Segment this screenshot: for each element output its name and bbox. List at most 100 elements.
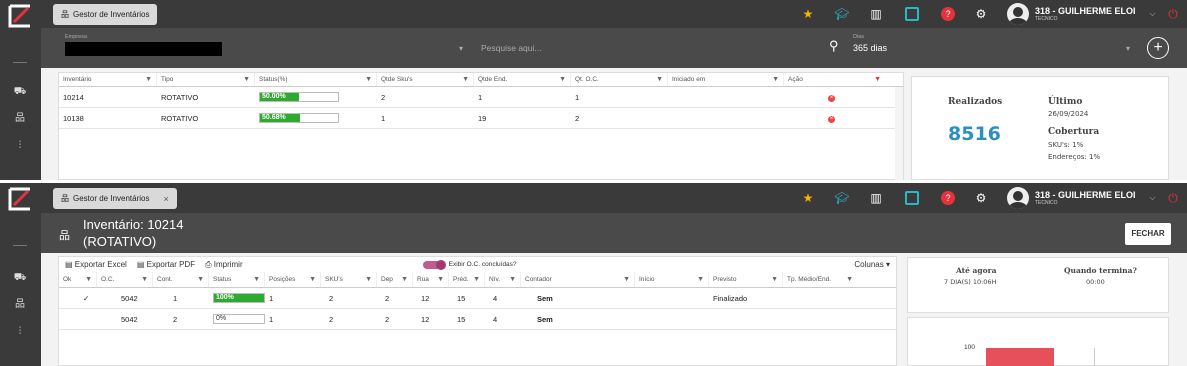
sitemap-icon[interactable]: 品 <box>12 113 28 125</box>
cell-dep: 2 <box>385 314 390 324</box>
truck-icon[interactable]: ⛟ <box>12 86 28 98</box>
quando-termina-label: Quando termina? <box>1064 266 1137 275</box>
filter-icon[interactable]: ▼ <box>365 276 372 283</box>
scrollbar[interactable] <box>895 87 903 180</box>
app-logo[interactable] <box>6 187 34 211</box>
col-ok[interactable]: Ok ▼ <box>59 272 97 287</box>
tab-gestor-inventarios[interactable]: 品 Gestor de Inventários × <box>53 188 177 209</box>
col-status[interactable]: Status ▼ <box>209 272 265 287</box>
col-tp-medio[interactable]: Tp. Médio/End. ▼ <box>783 272 857 287</box>
filter-icon[interactable]: ▼ <box>85 276 92 283</box>
cell-skus: 2 <box>329 293 334 303</box>
col-acao[interactable]: Ação ▼ <box>784 73 885 86</box>
chevron-down-icon[interactable]: ▾ <box>1126 44 1130 53</box>
tab-gestor-inventarios[interactable]: 品 Gestor de Inventários <box>53 4 158 25</box>
user-menu[interactable]: 318 - GUILHERME ELOI TECNICO ⌵ <box>1007 187 1156 209</box>
fechar-button[interactable]: FECHAR <box>1125 223 1171 245</box>
sidebar-divider <box>13 62 27 63</box>
col-label: Cont. <box>157 276 173 283</box>
col-previsto[interactable]: Previsto ▼ <box>709 272 783 287</box>
sitemap-icon[interactable]: 品 <box>12 299 28 311</box>
search-input[interactable]: Pesquise aqui... <box>481 43 541 53</box>
gear-icon[interactable]: ⚙ <box>973 190 989 206</box>
help-icon[interactable]: ? <box>940 190 956 206</box>
help-icon[interactable]: ? <box>940 6 956 22</box>
map-icon[interactable]: ▥ <box>868 6 884 22</box>
delete-icon[interactable]: × <box>828 116 835 123</box>
table-row[interactable]: 5042 2 0% 1 2 2 12 15 4 Sem <box>59 309 896 330</box>
col-inventario[interactable]: Inventário ▼ <box>59 73 157 86</box>
filter-icon[interactable]: ▼ <box>846 276 853 283</box>
col-posicoes[interactable]: Posições ▼ <box>265 272 321 287</box>
graduation-cap-icon[interactable]: 🎓︎ <box>834 190 850 206</box>
col-inicio[interactable]: Início ▼ <box>635 272 709 287</box>
filter-icon[interactable]: ▼ <box>365 76 372 83</box>
map-icon[interactable]: ▥ <box>868 190 884 206</box>
ladder-icon[interactable]: ⫶ <box>12 326 28 338</box>
logout-icon[interactable]: ⏻ <box>1165 190 1181 206</box>
filter-icon[interactable]: ▼ <box>197 276 204 283</box>
col-contador[interactable]: Contador ▼ <box>521 272 635 287</box>
star-icon[interactable]: ★ <box>800 6 816 22</box>
search-icon[interactable]: ⚲ <box>829 38 839 54</box>
col-oc[interactable]: O.C. ▼ <box>97 272 153 287</box>
chart-icon[interactable] <box>904 190 920 206</box>
table-row[interactable]: 10214 ROTATIVO 50.00% 2 1 1 × <box>59 87 903 108</box>
toggle-oc-concluidas[interactable]: Exibir O.C. concluídas? <box>422 259 517 270</box>
truck-icon[interactable]: ⛟ <box>12 272 28 284</box>
filter-icon[interactable]: ▼ <box>656 76 663 83</box>
filter-icon[interactable]: ▼ <box>462 76 469 83</box>
filter-icon[interactable]: ▼ <box>243 76 250 83</box>
filter-icon[interactable]: ▼ <box>253 276 260 283</box>
filter-icon[interactable]: ▼ <box>771 276 778 283</box>
col-skus[interactable]: Qtde Sku's ▼ <box>377 73 474 86</box>
col-tipo[interactable]: Tipo ▼ <box>157 73 255 86</box>
export-excel-button[interactable]: ▤ Exportar Excel <box>65 260 127 269</box>
star-icon[interactable]: ★ <box>800 190 816 206</box>
filter-icon[interactable]: ▼ <box>401 276 408 283</box>
user-menu[interactable]: 318 - GUILHERME ELOI TECNICO ⌵ <box>1007 3 1156 25</box>
gear-icon[interactable]: ⚙ <box>973 6 989 22</box>
colunas-dropdown[interactable]: Colunas ▾ <box>854 260 890 269</box>
col-oc[interactable]: Qt. O.C. ▼ <box>571 73 668 86</box>
close-icon[interactable]: × <box>163 194 168 204</box>
filter-icon[interactable]: ▼ <box>772 76 779 83</box>
chart-icon[interactable] <box>904 6 920 22</box>
ladder-icon[interactable]: ⫶ <box>12 140 28 152</box>
app-logo[interactable] <box>6 4 34 28</box>
col-dep[interactable]: Dep ▼ <box>377 272 413 287</box>
filter-icon[interactable]: ▼ <box>559 76 566 83</box>
time-card: Até agora 7 DIA(S) 10:06H Quando termina… <box>907 257 1169 313</box>
filter-icon[interactable]: ▼ <box>509 276 516 283</box>
export-pdf-button[interactable]: ▤ Exportar PDF <box>137 260 195 269</box>
filter-icon[interactable]: ▼ <box>309 276 316 283</box>
filter-icon[interactable]: ▼ <box>473 276 480 283</box>
table-row[interactable]: ✓ 5042 1 100% 1 2 2 12 15 4 Sem Finaliza… <box>59 288 896 309</box>
table-row[interactable]: 10138 ROTATIVO 50.68% 1 19 2 × <box>59 108 903 129</box>
col-niv[interactable]: Nív. ▼ <box>485 272 521 287</box>
empresa-select-redacted[interactable] <box>65 42 222 56</box>
dias-select[interactable]: 365 dias <box>853 43 887 53</box>
logout-icon[interactable]: ⏻ <box>1165 6 1181 22</box>
delete-icon[interactable]: × <box>828 95 835 102</box>
filter-icon[interactable]: ▼ <box>874 76 881 83</box>
col-skus[interactable]: SKU's ▼ <box>321 272 377 287</box>
filter-icon[interactable]: ▼ <box>697 276 704 283</box>
col-end[interactable]: Qtde End. ▼ <box>474 73 571 86</box>
cell-tipo: ROTATIVO <box>161 113 199 123</box>
filter-icon[interactable]: ▼ <box>145 76 152 83</box>
graduation-cap-icon[interactable]: 🎓︎ <box>834 6 850 22</box>
col-cont[interactable]: Cont. ▼ <box>153 272 209 287</box>
chevron-down-icon[interactable]: ▾ <box>459 44 463 53</box>
col-label: Rua <box>417 276 429 283</box>
col-rua[interactable]: Rua ▼ <box>413 272 449 287</box>
col-pred[interactable]: Préd. ▼ <box>449 272 485 287</box>
toggle-switch[interactable] <box>422 259 446 270</box>
print-button[interactable]: ⎙ Imprimir <box>205 260 243 270</box>
filter-icon[interactable]: ▼ <box>623 276 630 283</box>
col-status[interactable]: Status(%) ▼ <box>255 73 377 86</box>
col-iniciado[interactable]: Iniciado em ▼ <box>668 73 784 86</box>
filter-icon[interactable]: ▼ <box>141 276 148 283</box>
filter-icon[interactable]: ▼ <box>437 276 444 283</box>
add-button[interactable]: + <box>1147 37 1169 59</box>
